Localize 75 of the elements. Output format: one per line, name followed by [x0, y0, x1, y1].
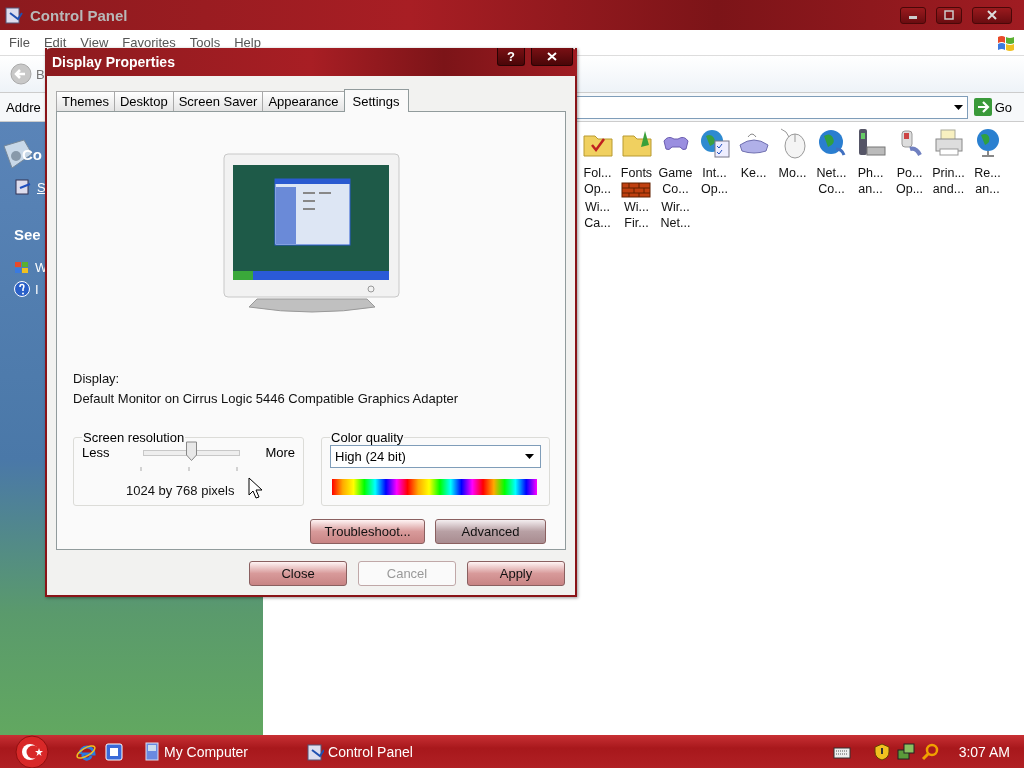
control-panel-item[interactable]: Po... Op... [895, 165, 924, 197]
menu-item[interactable]: Tools [182, 35, 228, 50]
start-button[interactable] [14, 735, 50, 768]
control-panel-item[interactable]: Wir... Net... [660, 199, 691, 231]
taskbar-button[interactable]: Control Panel [302, 737, 417, 766]
control-panel-item[interactable]: Prin... and... [932, 165, 965, 197]
restore-icon [943, 10, 955, 20]
brick-wall-icon [621, 182, 651, 198]
slider-max-label: More [265, 445, 296, 460]
help-icon [14, 281, 30, 297]
control-panel-item[interactable]: Fol... Op... [583, 165, 612, 197]
tab[interactable]: Appearance [262, 91, 345, 111]
slider-ticks-icon [140, 467, 238, 472]
tab[interactable]: Desktop [113, 91, 174, 111]
control-panel-item[interactable]: Fonts [620, 165, 653, 181]
control-panel-item[interactable]: Net... Co... [816, 165, 847, 197]
menu-item[interactable]: View [73, 35, 116, 50]
troubleshoot-button[interactable]: Troubleshoot... [310, 519, 425, 544]
shield-icon[interactable] [872, 742, 891, 761]
pane-heading: See [14, 226, 41, 243]
slider-thumb[interactable] [185, 440, 197, 461]
printer-icon [932, 127, 965, 159]
slider-min-label: Less [82, 445, 110, 460]
close-icon [547, 52, 557, 61]
close-icon [986, 10, 998, 20]
windows-flag-icon [14, 259, 30, 275]
tab[interactable]: Settings [343, 89, 409, 112]
close-button[interactable] [531, 48, 573, 66]
globe-icon [698, 127, 731, 159]
resolution-value: 1024 by 768 pixels [126, 483, 235, 498]
control-panel-item[interactable]: Ph... an... [857, 165, 884, 197]
go-button[interactable]: Go [967, 98, 1024, 116]
network-icon[interactable] [896, 742, 915, 761]
control-panel-item[interactable]: Game Co... [658, 165, 693, 197]
pane-link[interactable]: I [35, 281, 39, 297]
group-title: Screen resolution [82, 430, 186, 445]
magnifier-icon[interactable] [920, 742, 939, 761]
address-label: Addre [5, 99, 42, 115]
control-panel-item[interactable]: Wi... Fir... [624, 199, 649, 231]
control-panel-item[interactable]: Ke... [740, 165, 767, 181]
close-button[interactable] [972, 6, 1012, 24]
go-arrow-icon [973, 98, 992, 116]
tab[interactable]: Themes [56, 91, 115, 111]
menu-item[interactable]: Favorites [115, 35, 183, 50]
dialog-button[interactable]: Apply [467, 561, 565, 586]
minimize-button[interactable] [900, 6, 926, 24]
control-panel-item[interactable]: Wi... Ca... [584, 199, 611, 231]
help-button[interactable]: ? [497, 48, 525, 66]
dialog-button[interactable]: Close [249, 561, 347, 586]
restore-button[interactable] [936, 6, 962, 24]
dropdown-arrow-icon [953, 104, 963, 110]
taskbar-button[interactable]: My Computer [140, 737, 253, 766]
mouse-cursor-icon [248, 477, 262, 499]
menu-item[interactable]: Edit [36, 35, 74, 50]
control-panel-item[interactable]: Mo... [778, 165, 807, 181]
color-quality-dropdown[interactable]: High (24 bit) [330, 445, 542, 468]
menu-item[interactable]: File [2, 35, 37, 50]
control-panel-item[interactable]: Re... an... [974, 165, 1001, 197]
group-title: Color quality [330, 430, 405, 445]
menu-item[interactable]: Help [227, 35, 268, 50]
control-panel-icon [306, 741, 325, 762]
dialog-title: Display Properties [52, 54, 175, 70]
display-adapter-name: Default Monitor on Cirrus Logic 5446 Compatible Graphics Adapter [73, 391, 460, 406]
display-label: Display: [73, 371, 121, 386]
task-link[interactable]: S [37, 179, 46, 195]
control-panel-icon [4, 5, 24, 25]
clock: 3:07 AM [958, 743, 1010, 760]
advanced-button[interactable]: Advanced [435, 519, 546, 544]
window-title: Control Panel [30, 6, 128, 24]
back-button[interactable]: B [36, 66, 45, 82]
tab[interactable]: Screen Saver [172, 91, 264, 111]
dropdown-arrow-icon [525, 454, 535, 459]
control-panel-item[interactable]: Int... Op... [700, 165, 729, 197]
computer-icon [144, 741, 160, 762]
crescent-star-icon [14, 735, 50, 768]
